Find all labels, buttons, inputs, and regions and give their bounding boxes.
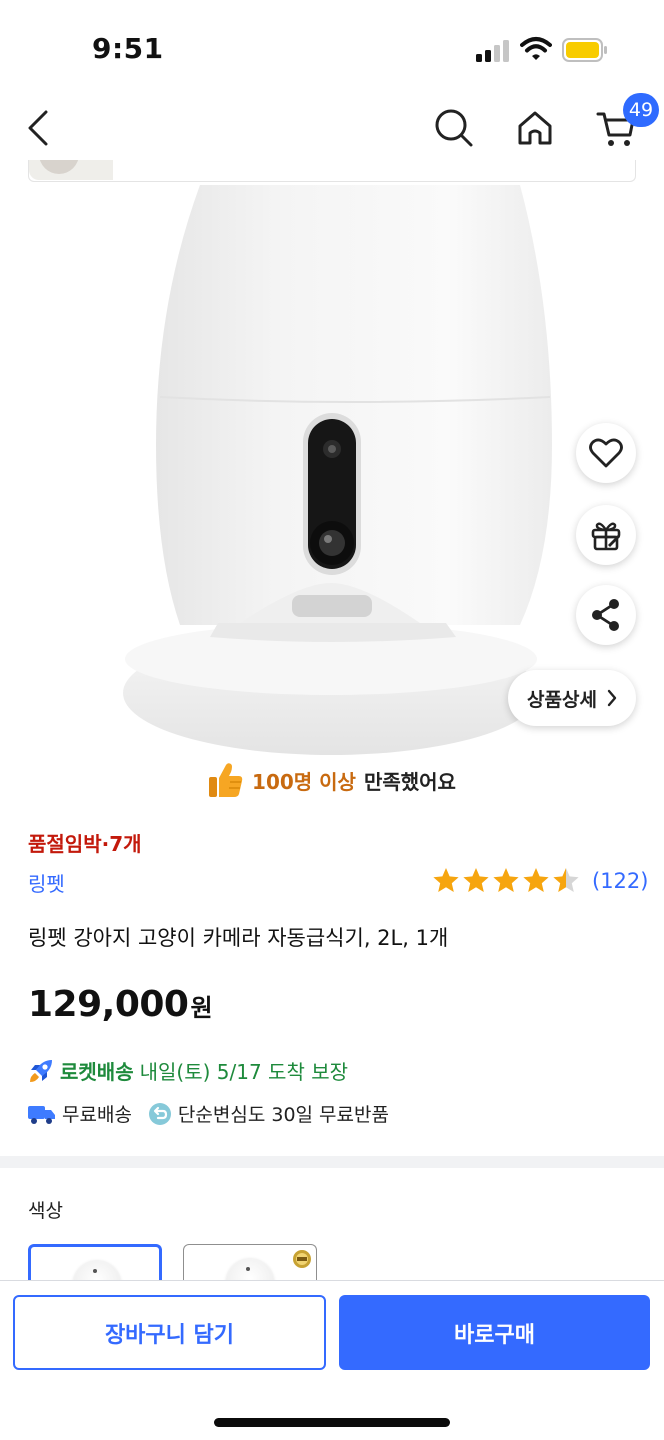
chevron-left-icon [28,110,48,146]
product-detail-label: 상품상세 [527,688,597,711]
stock-warning: 품절임박·7개 [28,832,142,856]
buy-now-button[interactable]: 바로구매 [339,1295,650,1370]
section-divider [0,1156,664,1168]
add-to-cart-button[interactable]: 장바구니 담기 [13,1295,326,1370]
color-option-label: 색상 [28,1200,63,1222]
home-icon [518,111,552,145]
price-currency: 원 [190,994,213,1022]
share-icon [592,599,619,631]
chevron-right-icon [607,689,617,707]
satisfaction-count: 100명 이상 [252,769,356,794]
gift-icon [591,522,621,551]
heart-icon [589,438,623,468]
bottom-action-bar: 장바구니 담기 바로구매 [0,1280,664,1440]
search-icon [435,109,473,147]
brand-link[interactable]: 링펫 [28,868,65,897]
star-rating-icon [433,868,579,892]
free-return-label: 단순변심도 30일 무료반품 [177,1104,389,1126]
thumbs-up-icon [209,763,243,797]
option-thumbnail-dot [246,1267,250,1271]
color-option-2[interactable] [183,1244,317,1284]
search-button[interactable] [430,104,478,152]
rocket-delivery-row: 로켓배송 내일(토) 5/17 도착 보장 [28,1056,348,1085]
wishlist-button[interactable] [576,423,636,483]
shipping-info-row: 무료배송 단순변심도 30일 무료반품 [28,1100,389,1127]
share-button[interactable] [576,585,636,645]
cart-count-badge: 49 [623,93,659,127]
satisfaction-text: 만족했어요 [363,769,456,794]
product-title: 링펫 강아지 고양이 카메라 자동급식기, 2L, 1개 [28,926,449,950]
option-thumbnail-dot [93,1269,97,1273]
status-time: 9:51 [92,32,164,65]
free-shipping-label: 무료배송 [62,1104,132,1126]
rating[interactable]: (122) [432,866,648,896]
return-icon [148,1102,171,1125]
product-detail-button[interactable]: 상품상세 [508,670,636,726]
battery-icon [562,38,607,62]
sticky-thumbnail-strip [28,160,636,182]
product-price: 129,000원 [28,984,213,1025]
delivery-arrival: 내일(토) 5/17 도착 보장 [139,1060,348,1084]
review-count: (122) [592,869,649,893]
wifi-icon [520,37,552,60]
back-button[interactable] [14,104,62,152]
price-amount: 129,000 [28,984,189,1025]
cellular-signal-icon [476,40,509,62]
home-button[interactable] [511,104,559,152]
delivery-truck-icon [28,1105,55,1124]
rocket-delivery-label: 로켓배송 [60,1060,134,1084]
status-bar: 9:51 [0,0,664,90]
gift-button[interactable] [576,505,636,565]
mini-thumbnail [29,160,113,180]
home-indicator[interactable] [214,1418,450,1427]
satisfaction-banner: 100명 이상 만족했어요 [0,758,664,802]
nav-bar [0,90,664,166]
rocket-icon [30,1059,52,1082]
award-badge-icon [293,1250,311,1268]
color-option-1[interactable] [28,1244,162,1284]
